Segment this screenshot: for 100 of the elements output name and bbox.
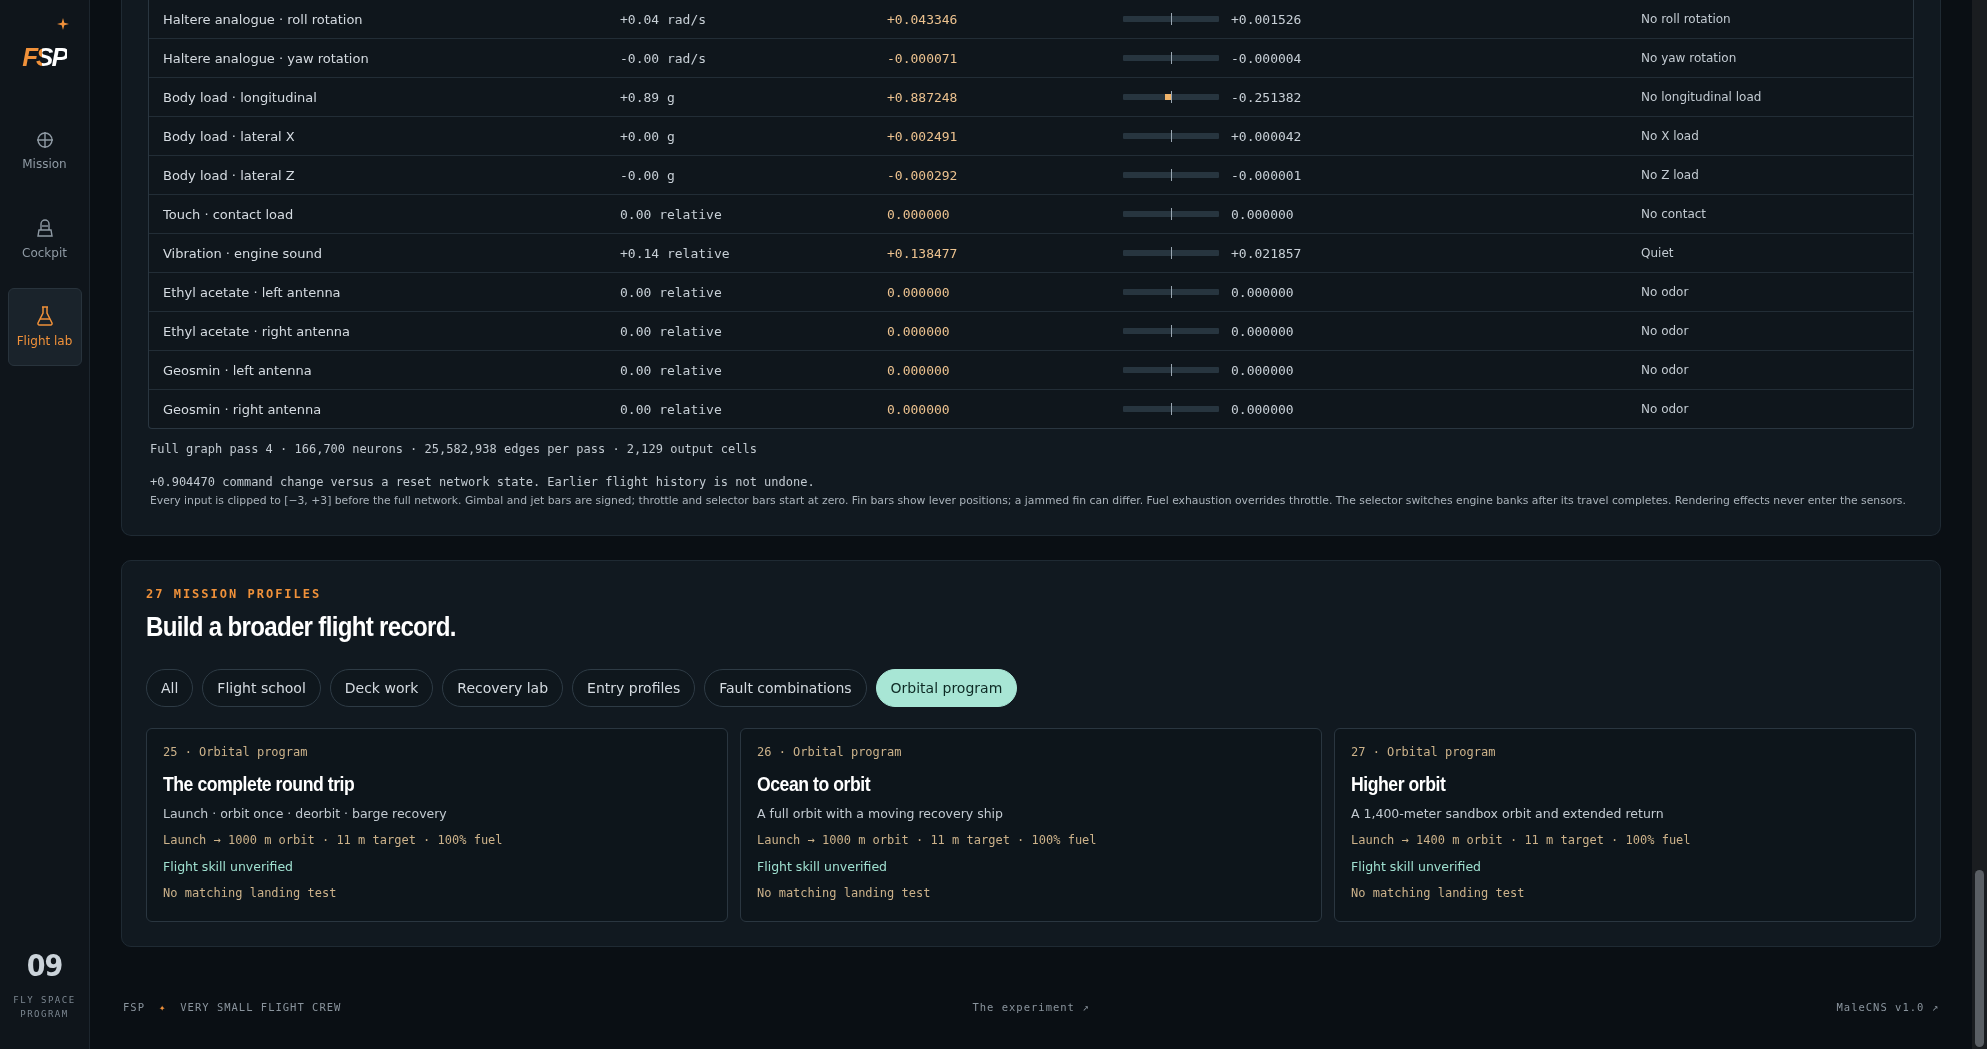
sensor-name: Vibration · engine sound (163, 245, 323, 261)
sensor-note: No Z load (1641, 168, 1700, 182)
sensor-value: 0.00 relative (620, 362, 723, 378)
sensor-value: 0.00 relative (620, 401, 723, 417)
seat-icon (35, 218, 54, 238)
command-change: +0.904470 command change versus a reset network state. Earlier flight history is not undone. (150, 475, 816, 489)
output-value: 0.000000 (1231, 323, 1294, 339)
sensor-note: No odor (1641, 363, 1690, 377)
separator-icon: ✦ (158, 1001, 167, 1013)
stats-line: Full graph pass 4 · 166,700 neurons · 25,582,938 edges per pass · 2,129 output cells (150, 442, 758, 456)
sensor-name: Haltere analogue · roll rotation (163, 11, 364, 27)
card-title: Higher orbit (1351, 773, 1447, 796)
raw-value: 0.000000 (887, 206, 951, 222)
card-description: A full orbit with a moving recovery ship (757, 806, 1004, 821)
output-value: 0.000000 (1231, 362, 1294, 378)
sensor-value: +0.00 g (620, 128, 676, 144)
profile-card[interactable]: 25 · Orbital program The complete round trip Launch · orbit once · deorbit · barge recovery Launch → 1000 m orbit · 11 m target · 100% fuel Flight skill unverified No matching landing test (146, 728, 728, 922)
raw-value: +0.002491 (887, 128, 959, 144)
raw-value: +0.887248 (887, 89, 959, 105)
flask-icon (35, 306, 54, 326)
landing-status: No matching landing test (757, 886, 932, 900)
sensor-note: No X load (1641, 129, 1700, 143)
raw-value: -0.000292 (887, 167, 959, 183)
sensor-name: Haltere analogue · yaw rotation (163, 50, 370, 66)
sensor-note: No odor (1641, 324, 1690, 338)
version-link[interactable]: MaleCNS v1.0 ↗ (1836, 1001, 1939, 1013)
card-meta: 27 · Orbital program (1351, 745, 1497, 759)
raw-value: 0.000000 (887, 323, 951, 339)
sensor-name: Body load · lateral Z (163, 167, 296, 183)
section-heading: Build a broader flight record. (146, 611, 457, 643)
output-value: 0.000000 (1231, 284, 1294, 300)
sensor-note: No longitudinal load (1641, 90, 1763, 104)
filter-chip[interactable]: Orbital program (875, 669, 1018, 707)
card-spec: Launch → 1000 m orbit · 11 m target · 100% fuel (163, 833, 504, 847)
sensor-note: No odor (1641, 285, 1690, 299)
nav-item[interactable]: Cockpit (7, 200, 82, 278)
sensor-note: Quiet (1641, 246, 1675, 260)
sensor-value: +0.89 g (620, 89, 676, 105)
sensor-value: +0.14 relative (620, 245, 731, 261)
footer-tagline: VERY SMALL FLIGHT CREW (180, 1001, 342, 1013)
crosshair-icon (35, 131, 54, 149)
sparkle-icon (56, 18, 69, 30)
output-value: 0.000000 (1231, 206, 1294, 222)
sensor-value: 0.00 relative (620, 284, 723, 300)
card-spec: Launch → 1000 m orbit · 11 m target · 100% fuel (757, 833, 1098, 847)
filter-chip[interactable]: All (146, 669, 194, 707)
output-value: +0.000042 (1231, 128, 1302, 144)
filter-chip[interactable]: Recovery lab (442, 669, 564, 707)
output-value: 0.000000 (1231, 401, 1294, 417)
card-title: Ocean to orbit (757, 773, 872, 796)
sensor-name: Body load · longitudinal (163, 89, 318, 105)
sensor-value: +0.04 rad/s (620, 11, 708, 27)
sensor-value: -0.00 g (620, 167, 676, 183)
sensor-note: No contact (1641, 207, 1708, 221)
raw-value: +0.043346 (887, 11, 959, 27)
footer-brand: FSP (123, 1001, 145, 1013)
program-name: FLY SPACE PROGRAM (12, 994, 77, 1021)
skill-status: Flight skill unverified (757, 859, 889, 874)
page-number: 09 (26, 948, 63, 983)
sensor-name: Body load · lateral X (163, 128, 296, 144)
filter-chip[interactable]: Entry profiles (572, 669, 696, 707)
output-value: +0.021857 (1231, 245, 1302, 261)
scrollbar[interactable] (1972, 0, 1987, 1049)
raw-value: 0.000000 (887, 284, 951, 300)
landing-status: No matching landing test (163, 886, 338, 900)
card-meta: 25 · Orbital program (163, 745, 309, 759)
raw-value: +0.138477 (887, 245, 959, 261)
sensor-note: No odor (1641, 402, 1690, 416)
sensor-name: Ethyl acetate · right antenna (163, 323, 352, 339)
output-value: -0.000001 (1231, 167, 1302, 183)
output-value: -0.000004 (1231, 50, 1302, 66)
sensor-note: No yaw rotation (1641, 51, 1738, 65)
skill-status: Flight skill unverified (163, 859, 295, 874)
landing-status: No matching landing test (1351, 886, 1526, 900)
filter-chip[interactable]: Fault combinations (704, 669, 867, 707)
card-description: A 1,400-meter sandbox orbit and extended return (1351, 806, 1665, 821)
nav-item[interactable]: Flight lab (7, 288, 82, 366)
raw-value: 0.000000 (887, 362, 951, 378)
sensor-note: No roll rotation (1641, 12, 1732, 26)
raw-value: 0.000000 (887, 401, 951, 417)
sensor-name: Touch · contact load (163, 206, 295, 222)
card-description: Launch · orbit once · deorbit · barge recovery (163, 806, 448, 821)
section-eyebrow: 27 MISSION PROFILES (146, 587, 323, 601)
profile-card[interactable]: 26 · Orbital program Ocean to orbit A full orbit with a moving recovery ship Launch → 1000 m orbit · 11 m target · 100% fuel Flight skill unverified No matching landing test (740, 728, 1322, 922)
sensor-name: Geosmin · right antenna (163, 401, 323, 417)
sensor-value: -0.00 rad/s (620, 50, 708, 66)
filter-chip[interactable]: Deck work (329, 669, 434, 707)
scrollbar-thumb[interactable] (1975, 870, 1984, 1047)
sensor-value: 0.00 relative (620, 323, 723, 339)
output-value: +0.001526 (1231, 11, 1302, 27)
skill-status: Flight skill unverified (1351, 859, 1483, 874)
profile-card[interactable]: 27 · Orbital program Higher orbit A 1,400-meter sandbox orbit and extended return Launch → 1400 m orbit · 11 m target · 100% fuel Flight skill unverified No matching landing test (1334, 728, 1916, 922)
sensor-name: Geosmin · left antenna (163, 362, 313, 378)
filter-chip[interactable]: Flight school (202, 669, 321, 707)
nav-item[interactable]: Mission (7, 112, 82, 190)
footer-link[interactable]: The experiment ↗ (972, 1001, 1090, 1013)
raw-value: -0.000071 (887, 50, 959, 66)
sensor-name: Ethyl acetate · left antenna (163, 284, 342, 300)
sensor-value: 0.00 relative (620, 206, 723, 222)
card-spec: Launch → 1400 m orbit · 11 m target · 100% fuel (1351, 833, 1692, 847)
